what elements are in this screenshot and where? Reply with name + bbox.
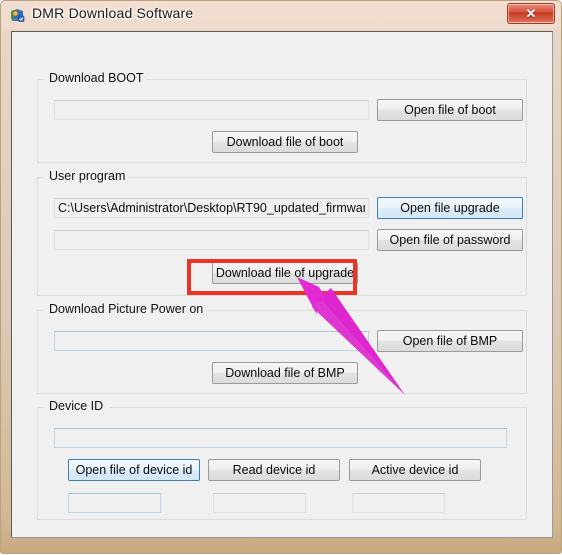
group-border-left xyxy=(38,407,44,408)
group-label-download-picture: Download Picture Power on xyxy=(46,302,207,316)
device-id-field-1[interactable] xyxy=(68,493,161,513)
boot-file-path-input[interactable] xyxy=(54,100,369,120)
open-file-of-boot-button[interactable]: Open file of boot xyxy=(377,99,523,121)
device-id-field-3[interactable] xyxy=(352,493,445,513)
group-border-left xyxy=(38,177,44,178)
app-shield-person-icon xyxy=(11,9,25,22)
password-file-path-input[interactable] xyxy=(54,230,369,250)
open-file-of-device-id-button[interactable]: Open file of device id xyxy=(68,459,200,481)
client-area: Download BOOT Open file of boot Download… xyxy=(11,31,553,538)
close-button[interactable]: ✕ xyxy=(507,3,555,24)
window-title: DMR Download Software xyxy=(32,5,194,21)
open-file-of-bmp-button[interactable]: Open file of BMP xyxy=(377,330,523,352)
group-label-download-boot: Download BOOT xyxy=(46,71,147,85)
close-icon: ✕ xyxy=(525,6,537,21)
group-device-id: Device ID Open file of device id Read de… xyxy=(37,399,527,520)
open-file-upgrade-button[interactable]: Open file upgrade xyxy=(377,197,523,219)
group-user-program: User program Open file upgrade Open file… xyxy=(37,169,527,296)
group-download-boot: Download BOOT Open file of boot Download… xyxy=(37,71,527,163)
open-file-of-password-button[interactable]: Open file of password xyxy=(377,229,523,251)
group-border-right xyxy=(142,79,526,80)
group-label-device-id: Device ID xyxy=(46,399,107,413)
device-id-input[interactable] xyxy=(54,428,507,448)
bmp-file-path-input[interactable] xyxy=(54,331,369,351)
title-bar[interactable]: DMR Download Software ✕ xyxy=(1,1,561,31)
group-border-right xyxy=(206,310,526,311)
read-device-id-button[interactable]: Read device id xyxy=(208,459,340,481)
group-download-picture: Download Picture Power on Open file of B… xyxy=(37,302,527,394)
download-file-of-boot-button[interactable]: Download file of boot xyxy=(212,131,358,153)
group-border-left xyxy=(38,79,44,80)
application-window: DMR Download Software ✕ Download BOOT Op… xyxy=(0,0,562,554)
group-border-right xyxy=(128,177,526,178)
group-border-left xyxy=(38,310,44,311)
group-label-user-program: User program xyxy=(46,169,129,183)
download-file-of-bmp-button[interactable]: Download file of BMP xyxy=(212,362,358,384)
active-device-id-button[interactable]: Active device id xyxy=(349,459,481,481)
download-file-of-upgrade-button[interactable]: Download file of upgrade xyxy=(212,262,358,284)
upgrade-file-path-input[interactable] xyxy=(54,198,369,218)
group-border-right xyxy=(110,407,526,408)
device-id-field-2[interactable] xyxy=(213,493,306,513)
